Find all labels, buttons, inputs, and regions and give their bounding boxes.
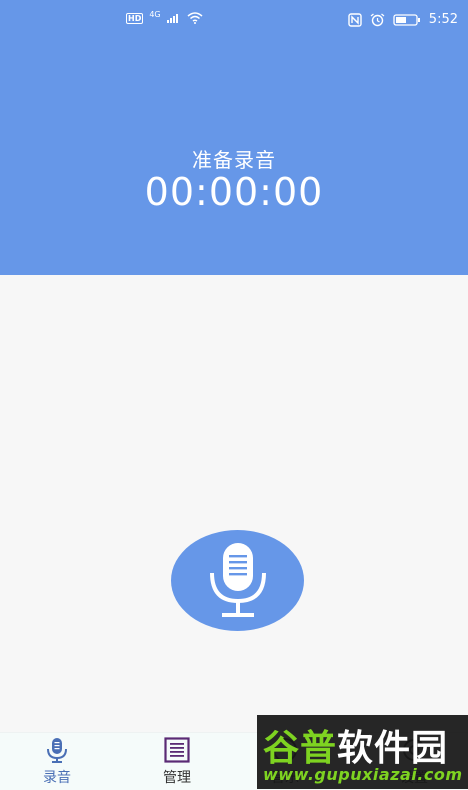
wifi-icon	[187, 12, 203, 24]
network-type: 4G	[149, 9, 161, 19]
signal-icon	[166, 14, 178, 23]
status-right: 5:52	[348, 12, 458, 27]
watermark-brand: 谷普软件园	[263, 719, 448, 771]
record-status-label: 准备录音	[192, 148, 276, 172]
watermark-url: www.gupuxiazai.com	[263, 765, 463, 784]
tab-record-label: 录音	[43, 770, 71, 786]
clock: 5:52	[428, 12, 458, 27]
tab-record[interactable]: 录音	[17, 737, 97, 789]
record-button[interactable]	[171, 530, 304, 631]
hd-badge: HD	[126, 12, 144, 24]
status-left: HD 4G	[126, 9, 203, 24]
tab-manage-label: 管理	[163, 770, 191, 786]
battery-icon	[393, 13, 420, 26]
header-panel: HD 4G 5:52 准备录音 00:00:00	[0, 0, 468, 275]
watermark-brand-green: 谷普	[263, 728, 338, 769]
microphone-icon	[209, 542, 266, 617]
watermark-logo: 谷普软件园 www.gupuxiazai.com	[257, 715, 468, 789]
record-timer: 00:00:00	[144, 170, 324, 214]
list-icon	[164, 737, 190, 763]
mic-icon	[47, 738, 67, 763]
tab-manage[interactable]: 管理	[137, 737, 217, 789]
status-bar: HD 4G 5:52	[0, 0, 468, 40]
nfc-icon	[348, 12, 362, 27]
watermark-brand-white: 软件园	[337, 728, 449, 769]
alarm-icon	[370, 12, 385, 26]
